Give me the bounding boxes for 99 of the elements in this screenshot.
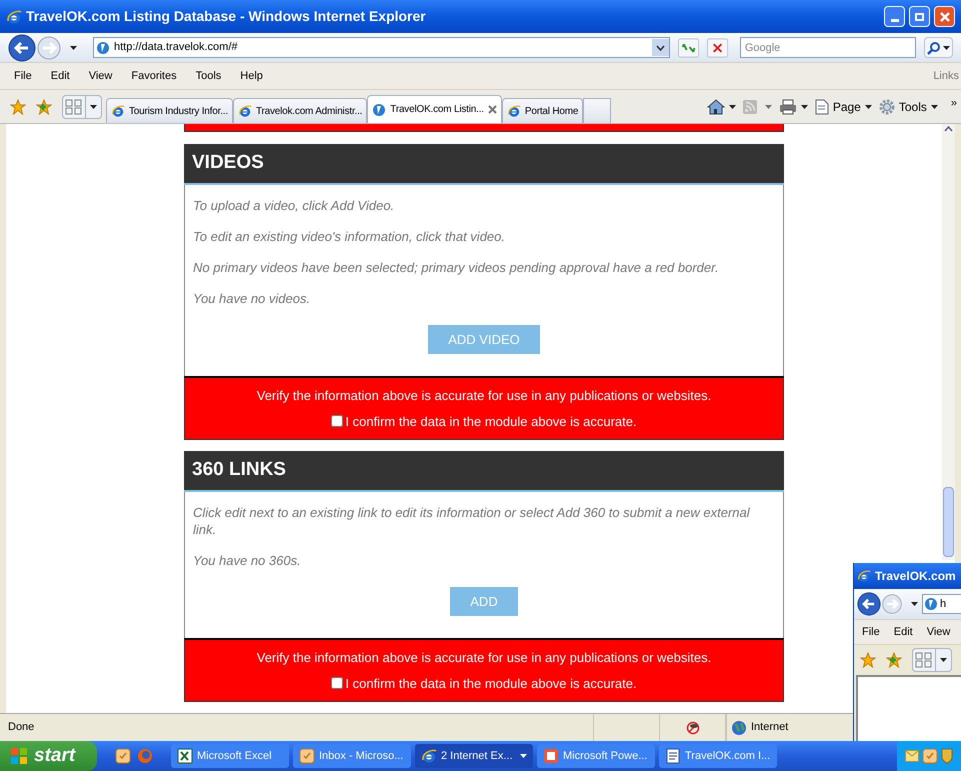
caret-icon bbox=[943, 46, 950, 50]
back-button[interactable] bbox=[8, 34, 36, 62]
close-tab-icon[interactable] bbox=[488, 105, 497, 114]
taskbar-button[interactable]: TravelOK.com I... bbox=[659, 744, 777, 768]
browser-tab[interactable]: Tourism Industry Infor... bbox=[106, 98, 233, 123]
taskbar-button[interactable]: 2 Internet Ex... bbox=[415, 744, 533, 768]
close-button[interactable] bbox=[934, 6, 955, 27]
caret-icon bbox=[70, 46, 77, 50]
close-icon bbox=[940, 12, 950, 22]
presentation-icon bbox=[543, 748, 559, 764]
verify-text: Verify the information above is accurate for use in any publications or websites. bbox=[256, 649, 712, 667]
help-text: You have no 360s. bbox=[193, 552, 302, 569]
minimize-button[interactable] bbox=[884, 6, 905, 27]
caret-icon bbox=[90, 104, 97, 108]
zone-label: Internet bbox=[751, 720, 788, 736]
restore-button[interactable] bbox=[909, 6, 930, 27]
confirm-label: I confirm the data in the module above is accurate. bbox=[345, 674, 637, 692]
quick-tabs-button[interactable] bbox=[62, 94, 102, 118]
caret-icon bbox=[520, 754, 527, 758]
menu-item[interactable]: Help bbox=[240, 68, 263, 84]
shield-icon bbox=[941, 748, 953, 764]
search-button[interactable] bbox=[924, 37, 954, 58]
browser-icon bbox=[421, 748, 437, 764]
ie-icon bbox=[238, 104, 252, 118]
verify-text: Verify the information above is accurate for use in any publications or websites. bbox=[256, 387, 712, 405]
menu-item[interactable]: View bbox=[88, 68, 112, 84]
caret-icon bbox=[864, 104, 872, 108]
gear-icon bbox=[878, 98, 895, 114]
ie-icon bbox=[506, 104, 521, 118]
browser-tab[interactable]: TravelOK.com Listin... bbox=[367, 95, 502, 123]
help-text: To edit an existing video's information, click that video. bbox=[193, 228, 506, 245]
menu-item[interactable]: Edit bbox=[50, 68, 70, 84]
printer-icon[interactable] bbox=[778, 98, 797, 114]
menu-item[interactable]: View bbox=[926, 624, 950, 640]
page-menu-button[interactable]: Page bbox=[814, 98, 872, 116]
search-icon bbox=[927, 40, 942, 54]
stop-button[interactable] bbox=[706, 38, 728, 58]
quick-tabs-button[interactable] bbox=[912, 648, 952, 672]
tools-menu-button[interactable]: Tools bbox=[878, 98, 938, 116]
start-button[interactable]: start bbox=[0, 741, 97, 771]
back-button[interactable] bbox=[857, 592, 881, 616]
privacy-blocked-icon bbox=[686, 720, 700, 734]
caret-icon bbox=[940, 658, 947, 662]
chevron-down-icon bbox=[656, 44, 665, 50]
caret-icon bbox=[911, 602, 918, 606]
search-field[interactable]: Google bbox=[740, 37, 916, 58]
add-favorite-icon[interactable] bbox=[36, 98, 52, 114]
taskbar-button[interactable]: Inbox - Microso... bbox=[293, 744, 411, 768]
refresh-button[interactable] bbox=[678, 38, 699, 58]
help-text: Click edit next to an existing link to edit its information or select Add 360 to submit a new external link. bbox=[193, 504, 751, 538]
confirm-checkbox[interactable] bbox=[331, 415, 344, 428]
add-favorite-icon[interactable] bbox=[886, 652, 902, 668]
address-field[interactable]: http://data.travelok.com/# bbox=[93, 37, 670, 58]
menu-item[interactable]: Favorites bbox=[131, 68, 177, 84]
ie-icon bbox=[6, 8, 22, 24]
document-icon bbox=[665, 748, 681, 764]
section-header: VIDEOS bbox=[184, 144, 784, 185]
help-text: No primary videos have been selected; primary videos pending approval have a red border. bbox=[193, 259, 720, 276]
mail-icon bbox=[905, 750, 919, 762]
ie-icon bbox=[857, 569, 871, 583]
page-icon bbox=[96, 40, 110, 54]
globe-icon bbox=[731, 720, 747, 736]
home-icon[interactable] bbox=[706, 98, 725, 114]
page-icon bbox=[372, 102, 386, 116]
caret-icon bbox=[728, 104, 736, 108]
chevron-more-icon[interactable]: » bbox=[950, 98, 957, 108]
confirm-label: I confirm the data in the module above is accurate. bbox=[345, 412, 637, 430]
page-icon bbox=[924, 597, 938, 611]
favorites-star-icon[interactable] bbox=[860, 652, 876, 668]
address-field[interactable]: h bbox=[922, 594, 961, 614]
spreadsheet-icon bbox=[177, 748, 193, 764]
menu-item[interactable]: File bbox=[862, 624, 880, 640]
menu-item[interactable]: Tools bbox=[196, 68, 222, 84]
browser-tab[interactable]: Travelok.com Administr... bbox=[232, 98, 368, 123]
section-header: 360 LINKS bbox=[184, 451, 784, 492]
browser-tab[interactable]: Portal Home bbox=[502, 98, 584, 123]
page-icon bbox=[814, 98, 829, 114]
caret-icon bbox=[764, 104, 772, 108]
help-text: You have no videos. bbox=[193, 290, 312, 307]
scrollbar[interactable] bbox=[942, 124, 955, 560]
help-text: To upload a video, click Add Video. bbox=[193, 197, 396, 214]
ie-icon bbox=[111, 104, 125, 118]
fox-globe-icon[interactable] bbox=[137, 748, 153, 764]
confirm-checkbox[interactable] bbox=[331, 677, 344, 690]
window-title: TravelOK.com Listing Database - Windows Internet Explorer bbox=[26, 7, 427, 26]
caret-icon bbox=[930, 104, 938, 108]
caret-icon bbox=[800, 104, 808, 108]
favorites-star-icon[interactable] bbox=[10, 98, 26, 114]
taskbar-button[interactable]: Microsoft Excel bbox=[171, 744, 289, 768]
taskbar-button[interactable]: Microsoft Powe... bbox=[537, 744, 655, 768]
menu-item[interactable]: Edit bbox=[894, 624, 913, 640]
windows-logo-icon bbox=[10, 747, 28, 765]
scroll-thumb[interactable] bbox=[943, 487, 954, 557]
window-title: TravelOK.com bbox=[875, 568, 956, 585]
links-label[interactable]: Links bbox=[933, 68, 959, 84]
scroll-up-icon bbox=[944, 126, 953, 132]
menu-item[interactable]: File bbox=[14, 68, 32, 84]
new-tab-button[interactable] bbox=[583, 98, 612, 123]
status-text: Done bbox=[8, 720, 36, 736]
